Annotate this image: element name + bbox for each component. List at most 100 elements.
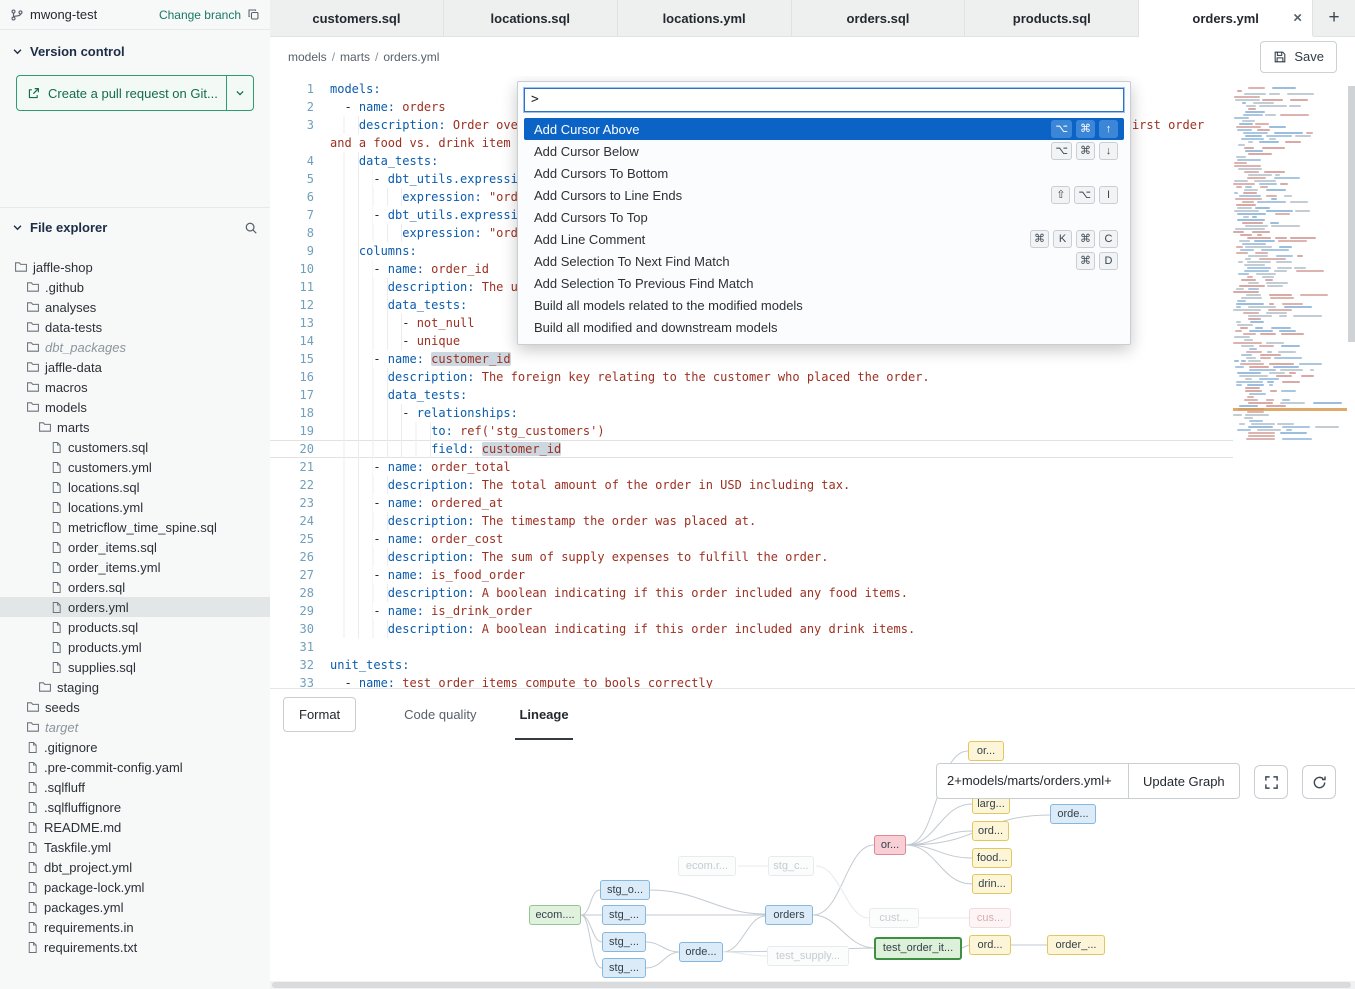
tree-item--gitignore[interactable]: .gitignore	[0, 737, 270, 757]
tree-item-data-tests[interactable]: data-tests	[0, 317, 270, 337]
tab-customers-sql[interactable]: customers.sql	[270, 0, 444, 36]
tree-item-metricflow-time-spine-sql[interactable]: metricflow_time_spine.sql	[0, 517, 270, 537]
lineage-node[interactable]: food...	[972, 848, 1012, 868]
tab-orders-sql[interactable]: orders.sql	[792, 0, 966, 36]
lineage-node[interactable]: test_supply...	[767, 946, 849, 966]
tab-products-sql[interactable]: products.sql	[965, 0, 1139, 36]
palette-item-add-cursors-to-line-ends[interactable]: Add Cursors to Line Ends⇧⌥I	[524, 184, 1124, 206]
lineage-node[interactable]: stg_...	[602, 905, 646, 925]
palette-item-add-cursors-to-top[interactable]: Add Cursors To Top	[524, 206, 1124, 228]
tab-locations-yml[interactable]: locations.yml	[618, 0, 792, 36]
palette-item-add-line-comment[interactable]: Add Line Comment⌘K⌘C	[524, 228, 1124, 250]
horizontal-scrollbar[interactable]	[270, 981, 1355, 989]
breadcrumb-segment[interactable]: marts	[340, 50, 370, 64]
lineage-node[interactable]: ecom....	[529, 905, 581, 925]
lineage-node[interactable]: cust...	[869, 908, 919, 928]
tree-item-jaffle-shop[interactable]: jaffle-shop	[0, 257, 270, 277]
tree-item-package-lock-yml[interactable]: package-lock.yml	[0, 877, 270, 897]
tree-item-taskfile-yml[interactable]: Taskfile.yml	[0, 837, 270, 857]
create-pr-dropdown[interactable]	[227, 76, 253, 110]
tree-item-seeds[interactable]: seeds	[0, 697, 270, 717]
horizontal-scrollbar-thumb[interactable]	[272, 982, 1351, 988]
lineage-node[interactable]: cus...	[969, 908, 1011, 928]
change-branch-link[interactable]: Change branch	[159, 8, 241, 22]
lineage-node[interactable]: stg_...	[602, 932, 646, 952]
new-tab-button[interactable]: +	[1313, 0, 1355, 36]
tree-item--sqlfluff[interactable]: .sqlfluff	[0, 777, 270, 797]
lineage-node[interactable]: or...	[874, 835, 906, 855]
tree-item-marts[interactable]: marts	[0, 417, 270, 437]
tree-item--pre-commit-config-yaml[interactable]: .pre-commit-config.yaml	[0, 757, 270, 777]
command-palette-input[interactable]: >	[524, 88, 1124, 112]
lineage-node[interactable]: stg_o...	[600, 880, 650, 900]
tree-item-packages-yml[interactable]: packages.yml	[0, 897, 270, 917]
tree-item-target[interactable]: target	[0, 717, 270, 737]
tree-item-requirements-in[interactable]: requirements.in	[0, 917, 270, 937]
vertical-scrollbar[interactable]	[1348, 86, 1355, 342]
editor-row: 20 field: customer_id	[270, 440, 1233, 458]
palette-item-add-selection-to-next-find-match[interactable]: Add Selection To Next Find Match⌘D	[524, 250, 1124, 272]
lineage-node[interactable]: drin...	[972, 874, 1012, 894]
tree-item-requirements-txt[interactable]: requirements.txt	[0, 937, 270, 957]
tab-locations-sql[interactable]: locations.sql	[444, 0, 618, 36]
format-button[interactable]: Format	[283, 697, 356, 732]
tree-item-orders-sql[interactable]: orders.sql	[0, 577, 270, 597]
tree-item-macros[interactable]: macros	[0, 377, 270, 397]
breadcrumb-segment[interactable]: models	[288, 50, 327, 64]
tree-item-staging[interactable]: staging	[0, 677, 270, 697]
tree-item-customers-sql[interactable]: customers.sql	[0, 437, 270, 457]
lineage-node[interactable]: order_...	[1047, 935, 1105, 955]
palette-item-build-all-models-related-to-the-modified-models[interactable]: Build all models related to the modified…	[524, 294, 1124, 316]
tab-lineage[interactable]: Lineage	[515, 689, 572, 740]
tree-item-products-yml[interactable]: products.yml	[0, 637, 270, 657]
lineage-node[interactable]: stg_c...	[768, 856, 814, 876]
fullscreen-button[interactable]	[1254, 765, 1288, 799]
close-tab-icon[interactable]: ×	[1293, 10, 1302, 27]
version-control-header[interactable]: Version control	[0, 30, 270, 65]
tree-item-label: staging	[57, 680, 99, 695]
lineage-node[interactable]: ord...	[972, 821, 1009, 841]
breadcrumb-segment[interactable]: orders.yml	[383, 50, 439, 64]
tree-item-locations-sql[interactable]: locations.sql	[0, 477, 270, 497]
refresh-button[interactable]	[1302, 765, 1336, 799]
tab-orders-yml[interactable]: orders.yml×	[1139, 0, 1313, 36]
palette-item-add-cursor-above[interactable]: Add Cursor Above⌥⌘↑	[524, 118, 1124, 140]
tree-item-dbt-packages[interactable]: dbt_packages	[0, 337, 270, 357]
tree-item-jaffle-data[interactable]: jaffle-data	[0, 357, 270, 377]
tab-code-quality[interactable]: Code quality	[400, 689, 480, 740]
lineage-node[interactable]: orders	[765, 905, 813, 925]
tree-item-customers-yml[interactable]: customers.yml	[0, 457, 270, 477]
save-button[interactable]: Save	[1260, 41, 1337, 73]
lineage-node[interactable]: orde...	[1050, 804, 1096, 824]
tree-item--sqlfluffignore[interactable]: .sqlfluffignore	[0, 797, 270, 817]
tree-item-readme-md[interactable]: README.md	[0, 817, 270, 837]
tree-item-orders-yml[interactable]: orders.yml	[0, 597, 270, 617]
tree-item-order-items-yml[interactable]: order_items.yml	[0, 557, 270, 577]
tree-item--github[interactable]: .github	[0, 277, 270, 297]
palette-item-add-cursor-below[interactable]: Add Cursor Below⌥⌘↓	[524, 140, 1124, 162]
lineage-selector-input[interactable]: 2+models/marts/orders.yml+	[936, 763, 1129, 799]
tree-item-models[interactable]: models	[0, 397, 270, 417]
tree-item-dbt-project-yml[interactable]: dbt_project.yml	[0, 857, 270, 877]
palette-item-add-selection-to-previous-find-match[interactable]: Add Selection To Previous Find Match	[524, 272, 1124, 294]
lineage-node[interactable]: or...	[968, 741, 1004, 761]
lineage-node[interactable]: stg_...	[602, 958, 646, 978]
search-icon[interactable]	[244, 221, 258, 235]
code-editor[interactable]: 1models:2 - name: orders3 description: O…	[270, 76, 1355, 688]
palette-item-build-all-modified-and-downstream-models[interactable]: Build all modified and downstream models	[524, 316, 1124, 338]
tree-item-supplies-sql[interactable]: supplies.sql	[0, 657, 270, 677]
update-graph-button[interactable]: Update Graph	[1129, 763, 1240, 799]
create-pr-button[interactable]: Create a pull request on Git...	[17, 76, 227, 110]
lineage-node[interactable]: orde...	[679, 942, 723, 962]
lineage-node[interactable]: ecom.r...	[678, 856, 736, 876]
lineage-node[interactable]: test_order_it...	[874, 937, 962, 960]
tree-item-products-sql[interactable]: products.sql	[0, 617, 270, 637]
copy-branch-icon[interactable]	[247, 8, 260, 21]
tree-item-order-items-sql[interactable]: order_items.sql	[0, 537, 270, 557]
lineage-node[interactable]: ord...	[969, 935, 1011, 955]
minimap[interactable]	[1233, 86, 1347, 440]
tree-item-locations-yml[interactable]: locations.yml	[0, 497, 270, 517]
palette-item-add-cursors-to-bottom[interactable]: Add Cursors To Bottom	[524, 162, 1124, 184]
tree-item-analyses[interactable]: analyses	[0, 297, 270, 317]
file-explorer-header[interactable]: File explorer	[0, 207, 270, 243]
